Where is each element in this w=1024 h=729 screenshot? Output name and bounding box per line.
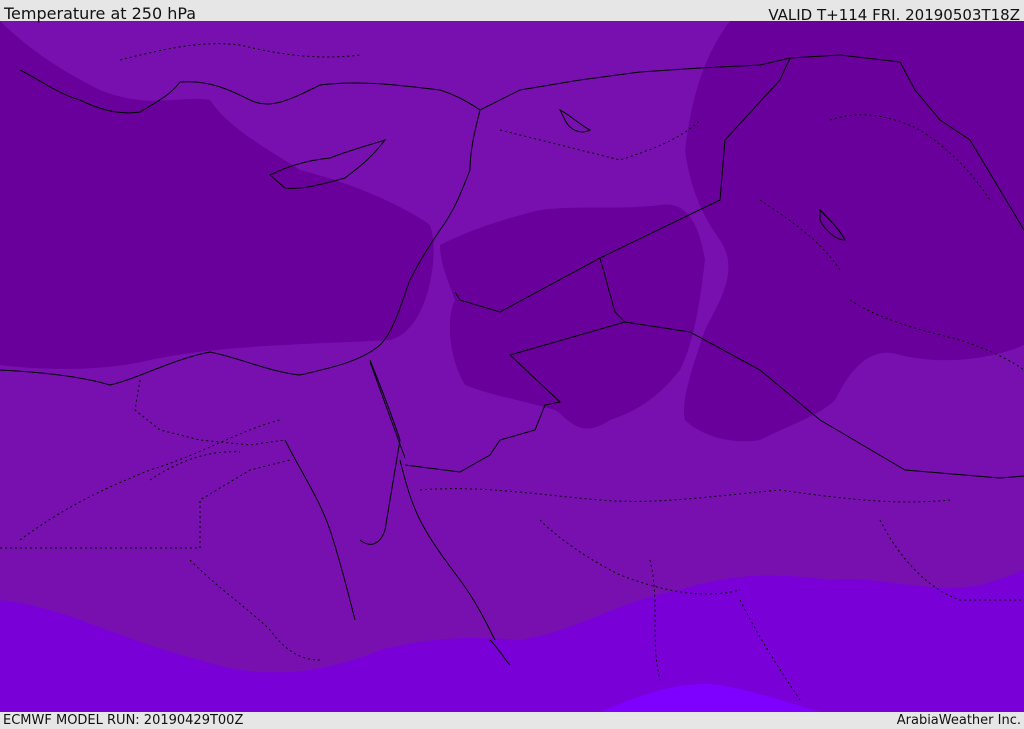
map-canvas xyxy=(0,21,1024,712)
footer-bar: ECMWF MODEL RUN: 20190429T00Z ArabiaWeat… xyxy=(0,712,1024,729)
credit-label: ArabiaWeather Inc. xyxy=(896,713,1021,728)
valid-time-label: VALID T+114 FRI. 20190503T18Z xyxy=(768,6,1020,24)
model-run-label: ECMWF MODEL RUN: 20190429T00Z xyxy=(3,713,244,728)
map-title: Temperature at 250 hPa xyxy=(4,4,197,23)
header-bar: Temperature at 250 hPa VALID T+114 FRI. … xyxy=(0,0,1024,24)
temperature-map[interactable] xyxy=(0,21,1024,712)
